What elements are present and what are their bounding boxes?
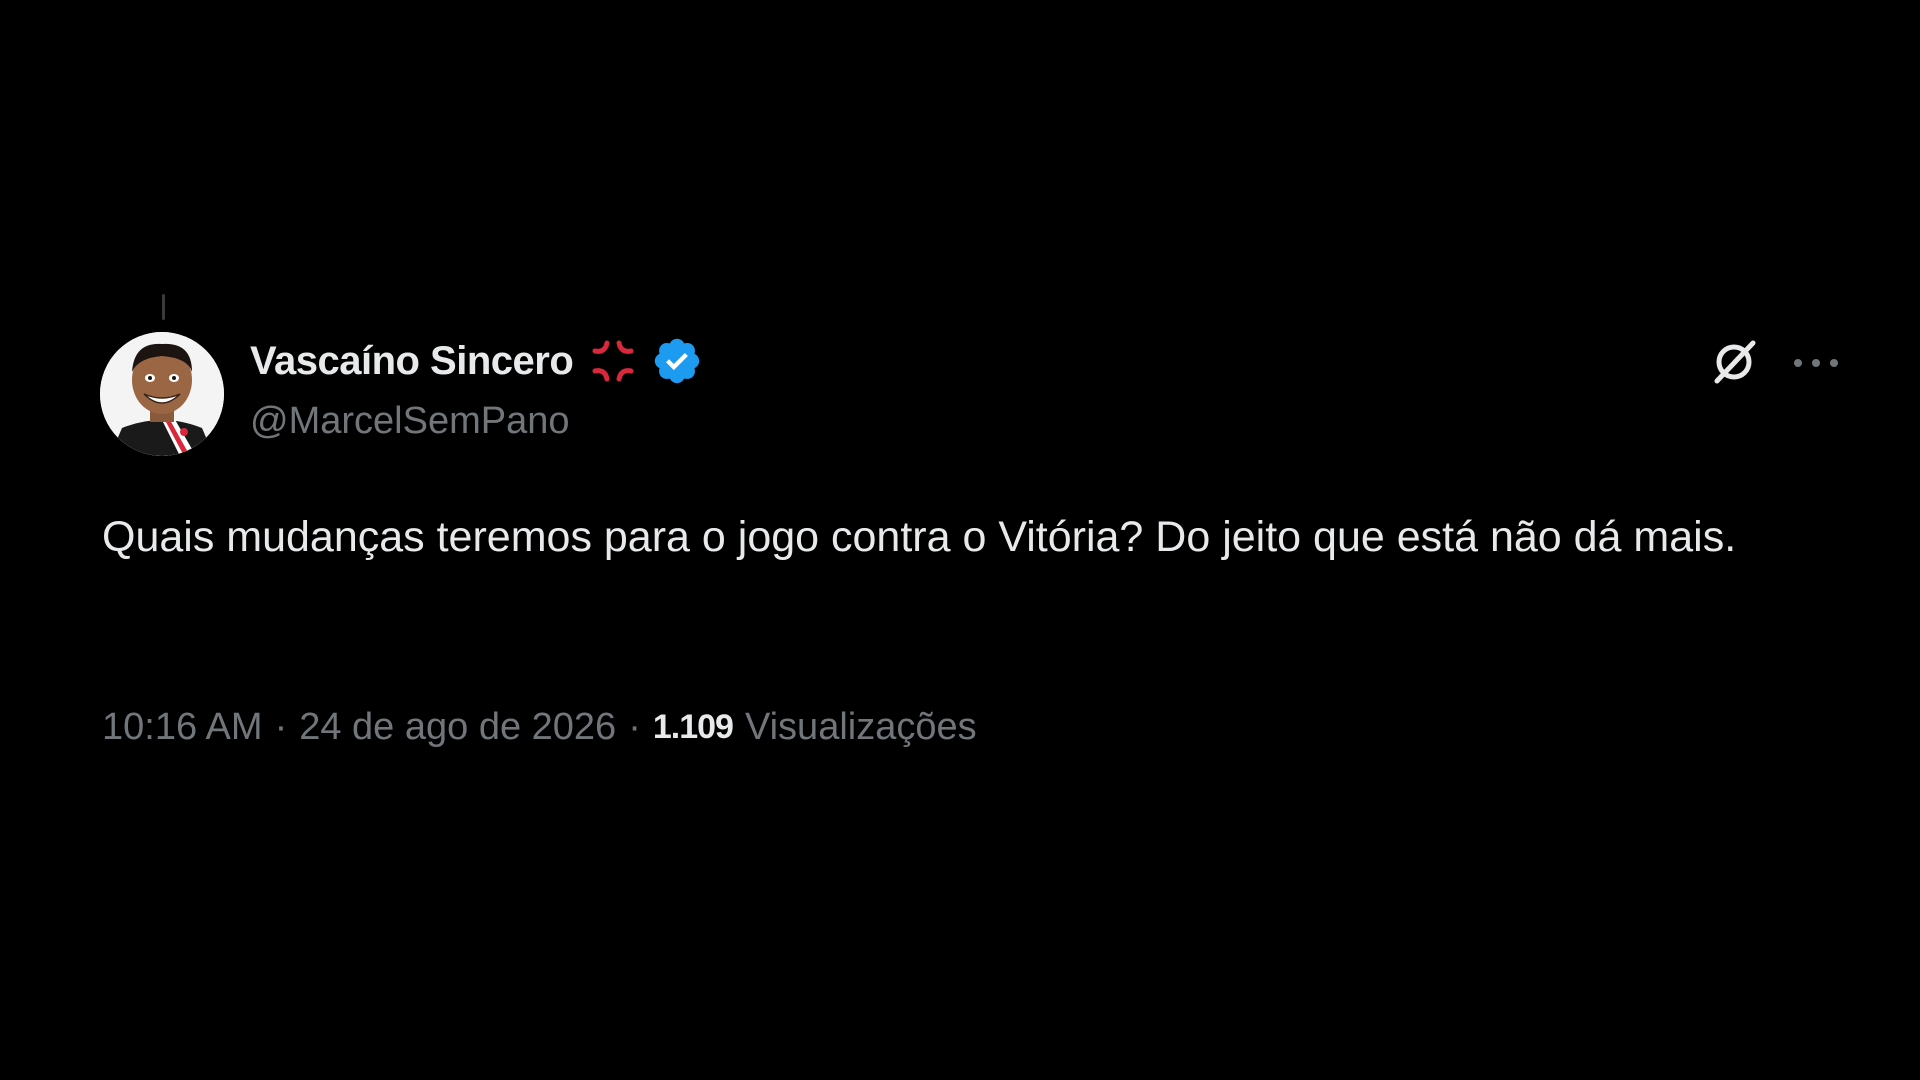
- views-count: 1.109: [652, 707, 734, 746]
- anger-symbol-icon: [587, 335, 639, 387]
- thread-connector-line: [162, 294, 165, 320]
- author-display-name[interactable]: Vascaíno Sincero: [250, 339, 574, 384]
- author-handle[interactable]: @MarcelSemPano: [250, 400, 569, 443]
- grok-button[interactable]: [1704, 334, 1764, 394]
- avatar-caricature-icon: [100, 332, 224, 456]
- tweet-date[interactable]: 24 de ago de 2026: [299, 706, 616, 749]
- grok-icon: [1707, 335, 1761, 394]
- views-label: Visualizações: [744, 705, 977, 748]
- meta-separator: ·: [628, 705, 641, 748]
- more-options-icon: [1792, 356, 1840, 374]
- verified-badge-icon[interactable]: [651, 335, 703, 387]
- tweet-time[interactable]: 10:16 AM: [102, 706, 263, 749]
- tweet-text: Quais mudanças teremos para o jogo contr…: [102, 513, 1737, 561]
- avatar[interactable]: [100, 332, 224, 456]
- tweet-meta: 10:16 AM · 24 de ago de 2026 · 1.109 Vis…: [102, 700, 977, 754]
- meta-separator: ·: [274, 705, 288, 748]
- author-name-row: Vascaíno Sincero: [250, 336, 703, 386]
- more-options-button[interactable]: [1788, 340, 1844, 390]
